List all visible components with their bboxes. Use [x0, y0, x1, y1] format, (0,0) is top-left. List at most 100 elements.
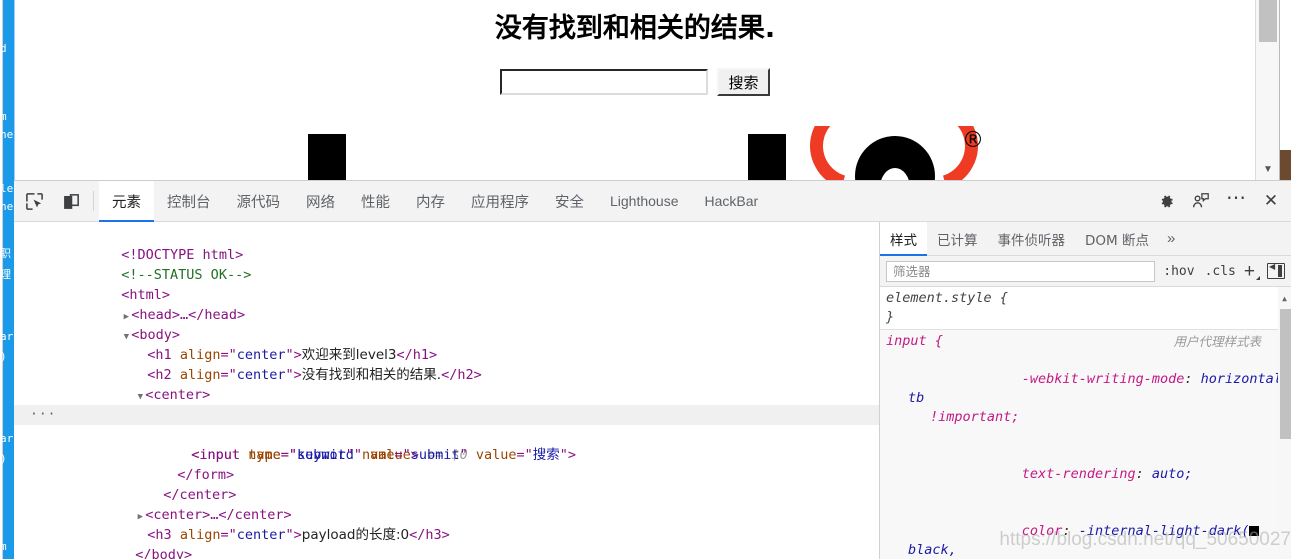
more-options-icon[interactable]: ⋯	[1220, 185, 1252, 217]
tab-hackbar[interactable]: HackBar	[692, 181, 772, 222]
new-style-rule-button[interactable]: +	[1244, 262, 1261, 281]
decl-value: auto;	[1151, 466, 1193, 482]
declaration-writing-mode[interactable]: -webkit-writing-mode: horizontal-tb !impo…	[886, 351, 1291, 446]
page-viewport: 没有找到和相关的结果. 搜索 ®	[14, 0, 1255, 180]
styles-tabbar: 样式 已计算 事件侦听器 DOM 断点 »	[880, 222, 1291, 256]
bg-right-accent	[1280, 150, 1291, 180]
search-submit-button[interactable]: 搜索	[717, 68, 770, 96]
dom-row[interactable]: ▸<!--STATUS OK-->	[14, 245, 879, 283]
dom-row-input-submit[interactable]: <input type="submit" name="submit" value…	[14, 425, 879, 463]
styles-content: element.style { } input { 用户代理样式表 -webki…	[880, 287, 1291, 559]
registered-mark-icon: ®	[962, 128, 984, 153]
decl-important: !important;	[930, 409, 1020, 425]
close-icon[interactable]: ✕	[1255, 185, 1287, 217]
devtools-panel: 元素 控制台 源代码 网络 性能 内存 应用程序 安全 Lighthouse H…	[14, 180, 1291, 559]
ua-rule-selector: input {	[886, 333, 943, 349]
bg-fragment: le	[0, 182, 14, 195]
keyword-input[interactable]	[500, 69, 709, 95]
bg-fragment: ne	[0, 200, 14, 213]
styles-filter-input[interactable]	[886, 260, 1156, 282]
tab-styles[interactable]: 样式	[880, 222, 927, 256]
dom-row-h1[interactable]: <h1 align="center">欢迎来到level3</h1>	[14, 325, 879, 363]
tab-lighthouse[interactable]: Lighthouse	[597, 181, 692, 222]
dom-row-body[interactable]: ▼ <body>	[14, 305, 879, 343]
dom-row[interactable]: ▸<!DOCTYPE html>	[14, 225, 879, 263]
tab-security[interactable]: 安全	[542, 181, 597, 222]
cls-toggle-button[interactable]: .cls	[1203, 264, 1238, 279]
bg-fragment: ar	[0, 330, 14, 343]
dom-row-body-close[interactable]: </body>	[14, 525, 879, 559]
dom-row-input-keyword-selected[interactable]: ··· <input name="keyword" value> == $0	[14, 405, 879, 463]
decl-property: -webkit-writing-mode	[1021, 371, 1185, 387]
element-style-close: }	[886, 309, 895, 325]
bg-fragment: m	[0, 540, 7, 553]
bg-fragment: )	[0, 452, 7, 465]
decl-property: text-rendering	[1021, 466, 1136, 482]
baidu-logo: ®	[15, 126, 1255, 180]
dom-ellipsis-badge[interactable]: ···	[30, 405, 56, 425]
declaration-text-rendering[interactable]: text-rendering: auto;	[886, 446, 1291, 503]
dom-row-center[interactable]: ▼ <center>	[14, 365, 879, 403]
tab-dom-breakpoints[interactable]: DOM 断点	[1075, 222, 1159, 256]
tab-console[interactable]: 控制台	[154, 181, 224, 222]
devtools-toolbar-right: ⋯ ✕	[1147, 185, 1291, 217]
element-style-selector: element.style {	[886, 290, 1008, 306]
feedback-icon[interactable]	[1185, 185, 1217, 217]
bg-fragment: 职	[0, 247, 11, 260]
ua-stylesheet-origin: 用户代理样式表	[1173, 334, 1261, 349]
devtools-body: ▸<!DOCTYPE html> ▸<!--STATUS OK--> ▸<htm…	[14, 222, 1291, 559]
dom-tree-pane[interactable]: ▸<!DOCTYPE html> ▸<!--STATUS OK--> ▸<htm…	[14, 222, 880, 559]
gear-icon[interactable]	[1150, 185, 1182, 217]
decl-value: -internal-light-dark(	[1078, 523, 1250, 539]
decl-color-black: black,	[908, 542, 957, 558]
dom-row-center-collapsed[interactable]: ▶ <center>…</center>	[14, 485, 879, 523]
search-form: 搜索	[15, 68, 1255, 96]
dom-row-form-close[interactable]: </form>	[14, 445, 879, 483]
tab-application[interactable]: 应用程序	[458, 181, 542, 222]
decl-property: color	[1021, 523, 1063, 539]
styles-toolbar: :hov .cls +	[880, 256, 1291, 287]
dom-row-h2[interactable]: <h2 align="center">没有找到和相关的结果.</h2>	[14, 345, 879, 383]
styles-scrollbar[interactable]: ▲	[1278, 287, 1291, 559]
declaration-color[interactable]: color: -internal-light-dark(black,white)…	[886, 503, 1291, 559]
page-scrollbar-thumb[interactable]	[1259, 0, 1277, 42]
tab-memory[interactable]: 内存	[403, 181, 458, 222]
bg-fragment: ne	[0, 128, 14, 141]
tab-event-listeners[interactable]: 事件侦听器	[988, 222, 1076, 256]
bg-fragment: 理	[0, 268, 11, 281]
rule-ua-input[interactable]: input { 用户代理样式表 -webkit-writing-mode: ho…	[880, 330, 1291, 559]
inspect-element-icon[interactable]	[17, 184, 51, 218]
tab-network[interactable]: 网络	[293, 181, 348, 222]
background-window-left: d m ne le ne 职 理 ar ) ar ) m	[0, 0, 14, 559]
tab-computed[interactable]: 已计算	[927, 222, 988, 256]
hov-toggle-button[interactable]: :hov	[1161, 264, 1196, 279]
bg-fragment: d	[0, 42, 7, 55]
styles-scrollbar-thumb[interactable]	[1280, 309, 1291, 439]
scroll-down-arrow-icon[interactable]: ▼	[1256, 160, 1280, 178]
page-scrollbar[interactable]: ▼	[1255, 0, 1279, 180]
dom-row-h3[interactable]: <h3 align="center">payload的长度:0</h3>	[14, 505, 879, 543]
dom-row-form[interactable]: ▼<form action="level3.php" method="GET">	[14, 385, 879, 423]
bg-fragment: )	[0, 350, 7, 363]
device-toolbar-icon[interactable]	[54, 184, 88, 218]
styles-pane: 样式 已计算 事件侦听器 DOM 断点 » :hov .cls + elemen…	[880, 222, 1291, 559]
color-swatch-black-icon[interactable]	[1249, 526, 1260, 536]
dom-row-center-close[interactable]: </center>	[14, 465, 879, 503]
tab-sources[interactable]: 源代码	[224, 181, 294, 222]
bg-fragment: ar	[0, 432, 14, 445]
toolbar-divider	[93, 191, 94, 211]
dom-row-html-close[interactable]: </html>	[14, 545, 879, 559]
bg-fragment: m	[0, 110, 7, 123]
rule-element-style[interactable]: element.style { }	[880, 287, 1291, 330]
scroll-up-arrow-icon[interactable]: ▲	[1278, 289, 1291, 308]
screenshot-root: d m ne le ne 职 理 ar ) ar ) m 没有找到和相关的结果.…	[0, 0, 1291, 559]
more-tabs-icon[interactable]: »	[1159, 230, 1183, 247]
page-title: 没有找到和相关的结果.	[494, 13, 776, 44]
dom-row[interactable]: ▸<html>	[14, 265, 879, 303]
dom-row-head[interactable]: ▶ <head>…</head>	[14, 285, 879, 323]
computed-sidebar-toggle-icon[interactable]	[1267, 262, 1285, 279]
tab-performance[interactable]: 性能	[348, 181, 403, 222]
tab-elements[interactable]: 元素	[99, 180, 154, 222]
bg-right-panel	[1280, 0, 1291, 150]
logo-block	[308, 134, 346, 180]
